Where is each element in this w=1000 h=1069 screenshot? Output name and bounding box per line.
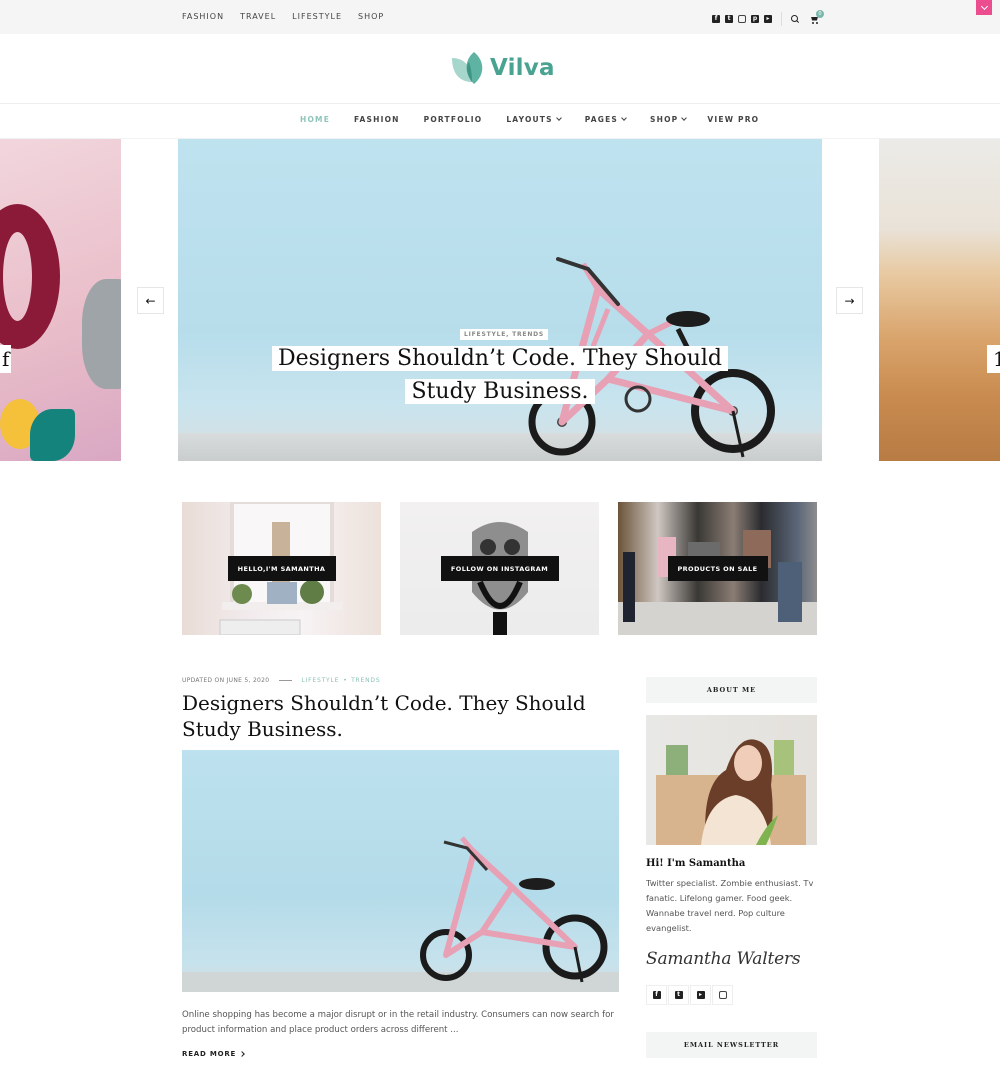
- nav-label: SHOP: [650, 115, 679, 124]
- leaf-logo-icon: [452, 52, 483, 84]
- nav-label: PAGES: [584, 115, 619, 124]
- instagram-icon[interactable]: [738, 15, 746, 23]
- twitter-icon: t: [674, 991, 683, 999]
- slide-title[interactable]: Designers Shouldn’t Code. They Should St…: [0, 342, 1000, 408]
- about-bio: Twitter specialist. Zombie enthusiast. T…: [646, 878, 814, 933]
- chevron-down-icon: [980, 2, 988, 10]
- bicycle-illustration: [528, 257, 775, 458]
- youtube-link[interactable]: ▸: [690, 985, 711, 1005]
- promo-about[interactable]: HELLO,I'M SAMANTHA: [182, 502, 381, 635]
- instagram-icon: [718, 991, 727, 999]
- nav-label: LAYOUTS: [506, 115, 553, 124]
- pinterest-icon[interactable]: p: [751, 15, 759, 23]
- top-bar: FASHION TRAVEL LIFESTYLE SHOP f t p ▸ 0: [0, 0, 1000, 34]
- post-featured-image[interactable]: [182, 750, 619, 992]
- arrow-right-icon: →: [844, 293, 855, 308]
- slide-current-image[interactable]: [178, 139, 822, 461]
- nav-label: PORTFOLIO: [423, 115, 483, 124]
- bicycle-illustration: [182, 836, 619, 992]
- nav-portfolio[interactable]: PORTFOLIO: [424, 115, 483, 124]
- post-date: UPDATED ON JUNE 5, 2020: [182, 677, 270, 684]
- promo-sale-label: PRODUCTS ON SALE: [667, 556, 768, 581]
- slide-previous-image[interactable]: f: [0, 139, 121, 461]
- slide-title-line: Designers Shouldn’t Code. They Should: [271, 346, 729, 371]
- post-meta: UPDATED ON JUNE 5, 2020 LIFESTYLE • TREN…: [182, 677, 380, 684]
- leaf-shape: [30, 409, 75, 461]
- slide-next-image[interactable]: 1: [879, 139, 1000, 461]
- post-category-lifestyle[interactable]: LIFESTYLE: [301, 677, 339, 684]
- nav-label: FASHION: [354, 115, 400, 124]
- nav-label: HOME: [300, 115, 331, 124]
- cart-wheel: [812, 21, 814, 24]
- youtube-icon: ▸: [696, 991, 705, 999]
- header-divider: [0, 103, 1000, 104]
- nav-label: VIEW PRO: [707, 115, 760, 124]
- nav-layouts[interactable]: LAYOUTS: [506, 115, 562, 124]
- cart-count-badge: 0: [816, 9, 824, 18]
- portrait-image: [656, 739, 806, 845]
- main-nav: HOME FASHION PORTFOLIO LAYOUTS PAGES SHO…: [300, 115, 759, 124]
- meta-separator: [279, 680, 293, 681]
- cart-wheel: [816, 21, 818, 24]
- nav-pages[interactable]: PAGES: [584, 115, 627, 124]
- signature: Samantha Walters: [646, 949, 801, 969]
- about-widget-title: ABOUT ME: [646, 677, 817, 703]
- cart-button[interactable]: 0: [810, 9, 824, 24]
- chevron-down-icon: [681, 115, 688, 121]
- scrunchie-red-shape: [0, 204, 60, 349]
- about-name: Hi! I'm Samantha: [646, 858, 746, 869]
- arrow-left-icon: ←: [145, 293, 156, 308]
- facebook-icon: f: [652, 991, 661, 999]
- top-divider: [781, 12, 782, 26]
- site-logo[interactable]: Vilva: [450, 50, 555, 86]
- nav-view-pro[interactable]: VIEW PRO: [707, 115, 759, 124]
- slider-prev-button[interactable]: ←: [137, 287, 164, 314]
- nav-fashion[interactable]: FASHION: [354, 115, 400, 124]
- category-separator: •: [343, 677, 348, 684]
- post-category-trends[interactable]: TRENDS: [351, 677, 380, 684]
- twitter-link[interactable]: t: [668, 985, 689, 1005]
- top-nav-fashion[interactable]: FASHION: [182, 12, 224, 21]
- promo-instagram[interactable]: FOLLOW ON INSTAGRAM: [400, 502, 599, 635]
- nav-shop[interactable]: SHOP: [650, 115, 688, 124]
- slide-categories[interactable]: LIFESTYLE, TRENDS: [460, 329, 549, 340]
- top-social-links: f t p ▸ 0: [712, 9, 824, 26]
- chevron-right-icon: [239, 1051, 245, 1057]
- chevron-down-icon: [555, 115, 562, 121]
- search-icon[interactable]: [791, 15, 799, 23]
- post-excerpt: Online shopping has become a major disru…: [182, 1010, 614, 1035]
- twitter-icon[interactable]: t: [725, 15, 733, 23]
- slide-title-line: Study Business.: [405, 379, 595, 404]
- about-photo: [646, 715, 817, 845]
- youtube-icon[interactable]: ▸: [764, 15, 772, 23]
- nav-home[interactable]: HOME: [300, 115, 330, 124]
- header-toggle-button[interactable]: [976, 0, 992, 15]
- top-nav-shop[interactable]: SHOP: [358, 12, 384, 21]
- top-nav-lifestyle[interactable]: LIFESTYLE: [292, 12, 342, 21]
- top-nav: FASHION TRAVEL LIFESTYLE SHOP: [182, 12, 400, 21]
- promo-about-label: HELLO,I'M SAMANTHA: [227, 556, 336, 581]
- top-nav-travel[interactable]: TRAVEL: [240, 12, 276, 21]
- slider-next-button[interactable]: →: [836, 287, 863, 314]
- read-more-label: READ MORE: [182, 1050, 237, 1058]
- promo-instagram-label: FOLLOW ON INSTAGRAM: [440, 556, 559, 581]
- facebook-link[interactable]: f: [646, 985, 667, 1005]
- facebook-icon[interactable]: f: [712, 15, 720, 23]
- promo-sale[interactable]: PRODUCTS ON SALE: [618, 502, 817, 635]
- site-name: Vilva: [490, 55, 555, 81]
- post-title[interactable]: Designers Shouldn’t Code. They Should St…: [182, 690, 622, 742]
- instagram-link[interactable]: [712, 985, 733, 1005]
- newsletter-widget-title: EMAIL NEWSLETTER: [646, 1032, 817, 1058]
- about-social-links: f t ▸: [646, 985, 733, 1005]
- read-more-link[interactable]: READ MORE: [182, 1050, 245, 1058]
- chevron-down-icon: [621, 115, 627, 121]
